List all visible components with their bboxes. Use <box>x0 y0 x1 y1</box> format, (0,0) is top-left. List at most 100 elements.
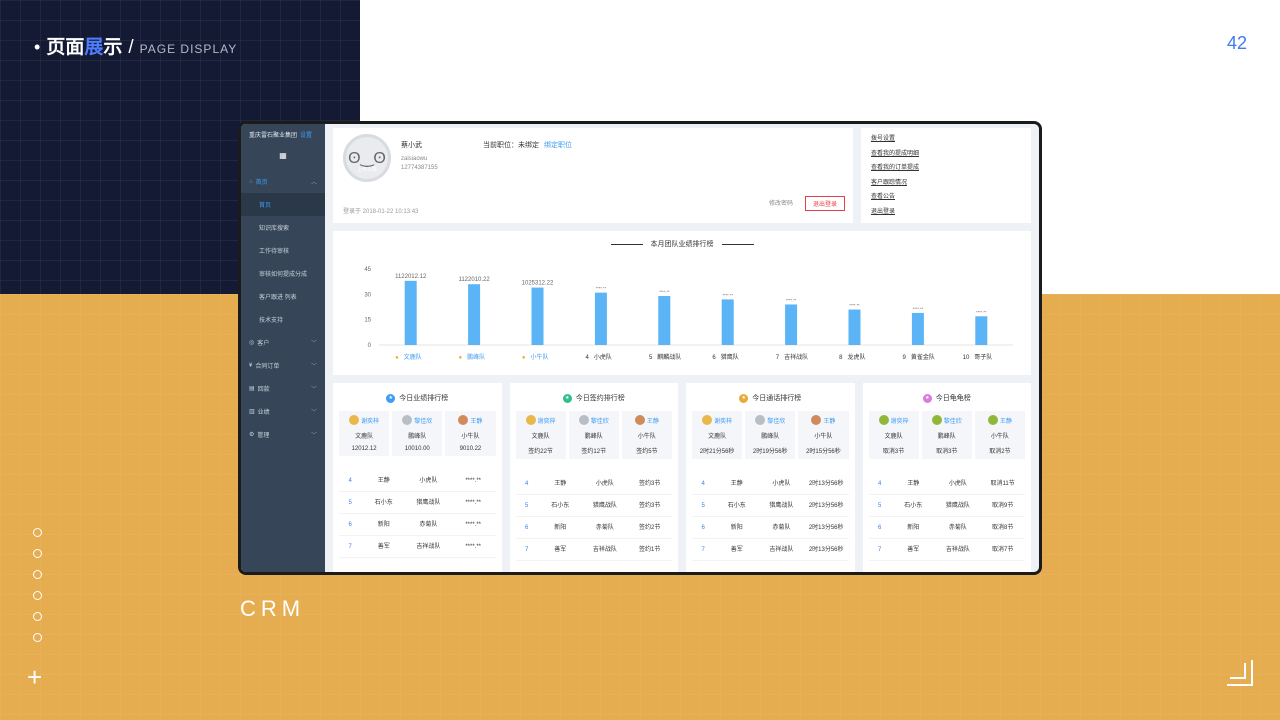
list-item[interactable]: 6 新阳 赤菊队 ****.** <box>339 514 496 536</box>
position-info: 当前职位：未绑定 绑定职位 <box>483 140 572 150</box>
list-item[interactable]: 5 石小东 猎鹰战队 2时13分56秒 <box>692 495 849 517</box>
sidebar-item-customers[interactable]: ◎ 客户 ﹀ <box>241 331 325 354</box>
y-tick-label: 30 <box>364 292 371 298</box>
x-tick-label: 龙虎队 <box>848 353 866 361</box>
rank-value: 2时13分56秒 <box>808 547 844 553</box>
x-tick-label: 哥子队 <box>974 353 992 361</box>
change-password-link[interactable]: 修改密码 <box>769 198 793 207</box>
rank-team: 赤菊队 <box>772 525 791 531</box>
rank-value: 2时13分56秒 <box>808 503 844 509</box>
list-item[interactable]: 7 善军 吉祥战队 取消7节 <box>868 539 1025 561</box>
sidebar-item-payments[interactable]: ▤ 回款 ﹀ <box>241 377 325 400</box>
bar <box>531 287 544 345</box>
x-tick-label: 小虎队 <box>594 353 612 361</box>
bind-position-link[interactable]: 绑定职位 <box>544 142 572 149</box>
sidebar-item-manage[interactable]: ⚙ 管理 ﹀ <box>241 423 325 446</box>
sidebar-sub-knowledge[interactable]: 知识库搜索 <box>241 216 325 239</box>
list-item[interactable]: 5 石小东 猎鹰战队 ****.** <box>339 492 496 514</box>
rank-no: 7 <box>348 544 352 550</box>
calendar-icon: ▤ <box>249 386 255 392</box>
rank-name: 新阳 <box>377 522 390 528</box>
plus-icon: + <box>27 662 43 692</box>
podium-item[interactable]: 谢奕梓 文鹿队 12012.12 <box>339 411 390 456</box>
quick-link[interactable]: 查看我的提成明细 <box>871 147 1021 162</box>
sidebar-item-label: 首页 <box>255 180 268 186</box>
chevron-down-icon: ﹀ <box>310 433 317 439</box>
rank-label: 4 <box>586 355 590 361</box>
podium-item[interactable]: 王静 小牛队 9010.22 <box>445 411 496 456</box>
quick-link[interactable]: 客户跟踪情况 <box>871 176 1021 191</box>
sidebar-sub-support[interactable]: 技术支持 <box>241 308 325 331</box>
list-item[interactable]: 4 王静 小虎队 取消11节 <box>868 473 1025 495</box>
podium-name: 王静 <box>646 418 659 425</box>
list-item[interactable]: 6 新阳 赤菊队 2时13分56秒 <box>692 517 849 539</box>
list-item[interactable]: 4 王静 小虎队 ****.** <box>339 470 496 492</box>
quick-link[interactable]: 查看公告 <box>871 190 1021 205</box>
list-item[interactable]: 7 善军 吉祥战队 ****.** <box>339 536 496 558</box>
rank-team: 赤菊队 <box>595 525 614 531</box>
rank-value: 签约3节 <box>638 503 661 509</box>
sidebar-sub-home[interactable]: 首页 <box>241 193 325 216</box>
podium-item[interactable]: 谢奕梓 文鹿队 签约22节 <box>515 411 566 459</box>
avatar-caption: 上传头像 <box>356 167 377 173</box>
podium: 谢奕梓 文鹿队 签约22节 黎佳欣 鹏峰队 签约12节 王静 小牛队 签约5节 <box>515 411 673 459</box>
podium-team: 文鹿队 <box>531 434 550 440</box>
podium-item[interactable]: 王静 小牛队 签约5节 <box>621 411 673 459</box>
data-label: ****.** <box>913 306 924 311</box>
quick-link[interactable]: 拨号设置 <box>871 132 1021 147</box>
podium-item[interactable]: 黎佳欣 鹏峰队 10010.00 <box>392 411 443 456</box>
podium-team: 文鹿队 <box>708 434 727 440</box>
user-phone: 12774387155 <box>401 165 438 171</box>
ranking-title-text: 今日签约排行榜 <box>575 395 625 402</box>
sidebar-item-home[interactable]: ⌂ 首页 ︿ <box>241 170 325 193</box>
podium-item[interactable]: 王静 小牛队 2时15分56秒 <box>798 411 849 459</box>
ranking-title: ★ 今日业绩排行榜 <box>339 393 496 403</box>
bar <box>848 309 861 345</box>
podium-item[interactable]: 黎佳欣 鹏峰队 2时19分56秒 <box>745 411 796 459</box>
data-label: ****.** <box>849 303 860 308</box>
bullet-icon: • <box>34 37 41 57</box>
list-item[interactable]: 4 王静 小虎队 签约3节 <box>515 473 672 495</box>
list-item[interactable]: 6 新阳 赤菊队 签约2节 <box>515 517 672 539</box>
rank-name: 王静 <box>730 481 743 487</box>
podium-item[interactable]: 黎佳欣 鹏峰队 取消3节 <box>921 411 972 459</box>
sidebar-sub-commission[interactable]: 审核如何提成分成 <box>241 262 325 285</box>
avatar[interactable]: ʘ‿ʘ 上传头像 <box>343 134 391 182</box>
rank-value: 取消7节 <box>991 547 1014 553</box>
podium-item[interactable]: 王静 小牛队 取消2节 <box>974 411 1026 459</box>
list-item[interactable]: 6 新阳 赤菊队 取消8节 <box>868 517 1025 539</box>
list-item[interactable]: 4 王静 小虎队 2时13分56秒 <box>692 473 849 495</box>
grid-icon[interactable]: ▦ <box>241 151 325 160</box>
rank-name: 石小东 <box>551 503 570 509</box>
list-item[interactable]: 7 善军 吉祥战队 签约1节 <box>515 539 672 561</box>
logout-button[interactable]: 退出登录 <box>804 196 845 211</box>
rank-no: 5 <box>878 503 882 509</box>
bar <box>658 296 671 345</box>
sidebar-sub-followup[interactable]: 客户跟进 列表 <box>241 285 325 308</box>
sidebar-item-orders[interactable]: ¥ 合同订单 ﹀ <box>241 354 325 377</box>
y-tick-label: 15 <box>364 318 371 324</box>
title-part2: 展 <box>84 37 104 58</box>
list-item[interactable]: 5 石小东 猎鹰战队 签约3节 <box>515 495 672 517</box>
list-item[interactable]: 5 石小东 猎鹰战队 取消9节 <box>868 495 1025 517</box>
x-tick-label: 吉祥战队 <box>784 353 808 361</box>
ranking-panel: ★ 今日签约排行榜 谢奕梓 文鹿队 签约22节 黎佳欣 鹏峰队 签约12节 王静 小牛队 签约5节 4… <box>509 383 678 572</box>
sidebar-item-performance[interactable]: ▥ 业绩 ﹀ <box>241 400 325 423</box>
ranking-icon: ★ <box>922 393 932 403</box>
podium-item[interactable]: 谢奕梓 文鹿队 2时21分56秒 <box>692 411 743 459</box>
list-item[interactable]: 7 善军 吉祥战队 2时13分56秒 <box>692 539 849 561</box>
settings-link[interactable]: 设置 <box>300 133 312 139</box>
podium-item[interactable]: 谢奕梓 文鹿队 取消3节 <box>868 411 919 459</box>
podium: 谢奕梓 文鹿队 12012.12 黎佳欣 鹏峰队 10010.00 王静 小牛队 9010.22 <box>339 411 496 456</box>
sidebar-sub-pending[interactable]: 工作待审核 <box>241 239 325 262</box>
rank-value: ****.** <box>465 544 481 550</box>
x-tick-label: 文鹿队 <box>404 353 422 361</box>
podium-item[interactable]: 黎佳欣 鹏峰队 签约12节 <box>568 411 619 459</box>
rank-no: 4 <box>348 478 352 484</box>
rank-no: 7 <box>701 547 705 553</box>
rank-value: 取消11节 <box>990 481 1015 487</box>
rank-label: ● <box>458 355 462 361</box>
quick-link[interactable]: 退出登录 <box>871 205 1021 220</box>
podium-value: 9010.22 <box>459 446 482 452</box>
quick-link[interactable]: 查看我的订单提成 <box>871 161 1021 176</box>
